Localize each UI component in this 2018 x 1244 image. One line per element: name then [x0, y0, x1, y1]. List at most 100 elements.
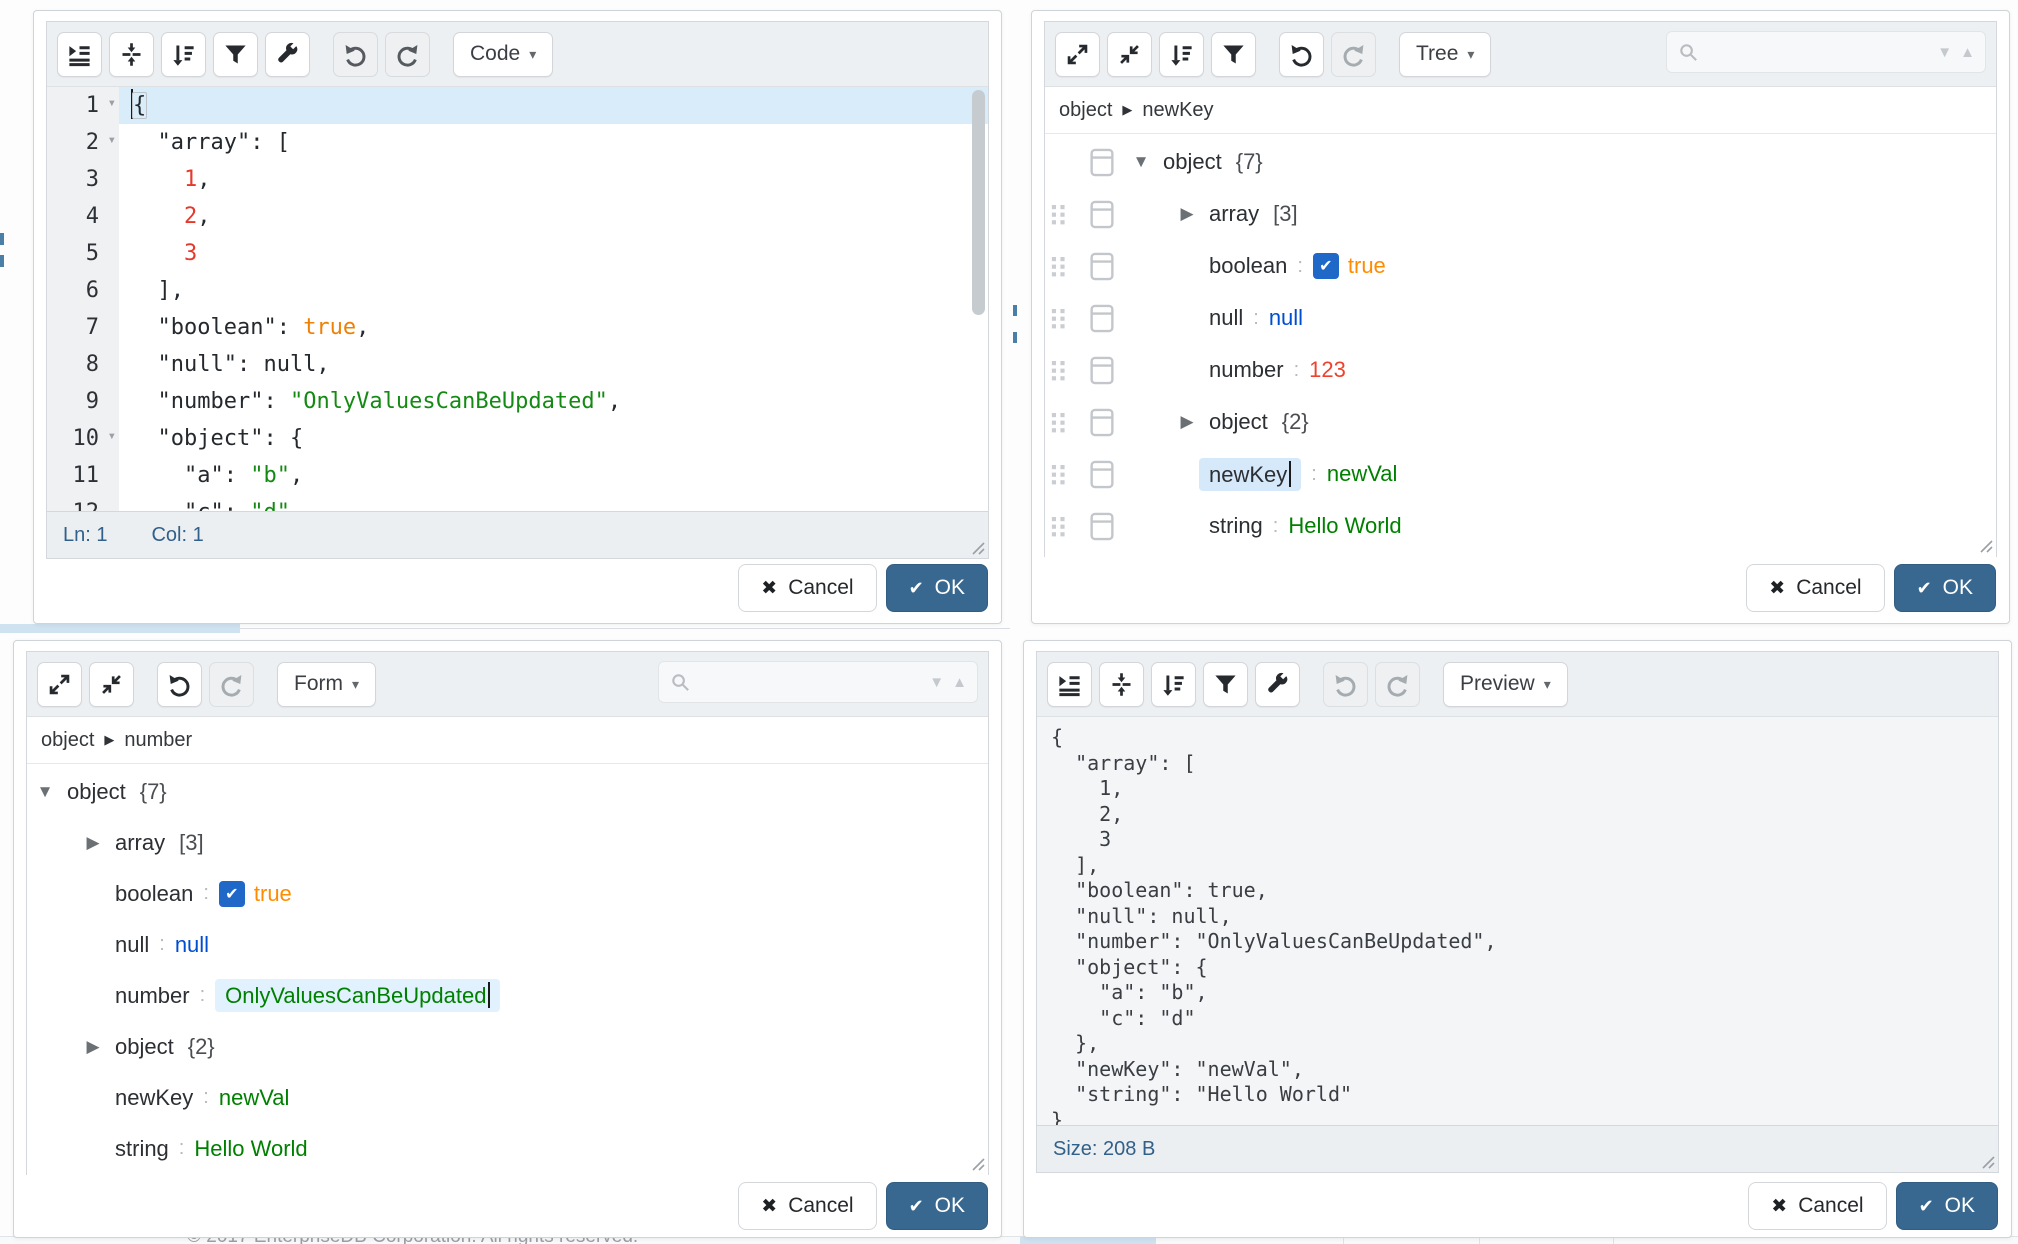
drag-handle-icon[interactable]: [1049, 355, 1075, 385]
tree-field[interactable]: array: [1209, 201, 1259, 227]
drag-handle-icon[interactable]: [1049, 199, 1075, 229]
tree-value[interactable]: Hello World: [1288, 513, 1401, 539]
search-input[interactable]: [1708, 40, 1929, 64]
expand-expander-icon[interactable]: ▶: [81, 833, 105, 853]
tree-row[interactable]: ▶array[3]: [1045, 188, 1996, 240]
tree-value[interactable]: newVal: [219, 1085, 290, 1111]
code-line[interactable]: 9 "number": "OnlyValuesCanBeUpdated",: [47, 383, 988, 420]
format-button[interactable]: [1047, 662, 1092, 707]
format-button[interactable]: [57, 32, 102, 77]
fold-caret-icon[interactable]: ▾: [108, 87, 116, 122]
redo-button[interactable]: [1331, 32, 1376, 77]
compact-button[interactable]: [1099, 662, 1144, 707]
resize-handle-icon[interactable]: [969, 1155, 985, 1171]
breadcrumb-current[interactable]: newKey: [1142, 99, 1213, 122]
tree-row[interactable]: ▶object{2}: [1045, 396, 1996, 448]
filter-button[interactable]: [213, 32, 258, 77]
context-menu-button[interactable]: [1087, 198, 1117, 230]
tree-field[interactable]: string: [115, 1136, 169, 1162]
tree-field[interactable]: number: [115, 983, 190, 1009]
resize-handle-icon[interactable]: [969, 539, 985, 555]
expand-expander-icon[interactable]: ▶: [1175, 412, 1199, 432]
search-next-icon[interactable]: ▼: [1937, 44, 1952, 61]
expand-all-button[interactable]: [37, 662, 82, 707]
tree-value[interactable]: null: [175, 932, 209, 958]
drag-handle-icon[interactable]: [1049, 251, 1075, 281]
context-menu-button[interactable]: [1087, 302, 1117, 334]
cancel-button[interactable]: ✖Cancel: [1746, 564, 1884, 612]
cancel-button[interactable]: ✖Cancel: [1748, 1182, 1886, 1230]
expand-all-button[interactable]: [1055, 32, 1100, 77]
cancel-button[interactable]: ✖Cancel: [738, 564, 876, 612]
search-box[interactable]: ▼ ▲: [1666, 31, 1986, 73]
tree-field[interactable]: number: [1209, 357, 1284, 383]
tree-row[interactable]: number:123: [1045, 344, 1996, 396]
drag-handle-icon[interactable]: [1049, 511, 1075, 541]
tree-row[interactable]: ▼object{7}: [1045, 136, 1996, 188]
context-menu-button[interactable]: [1087, 250, 1117, 282]
filter-button[interactable]: [1203, 662, 1248, 707]
sort-button[interactable]: [1159, 32, 1204, 77]
undo-button[interactable]: [157, 662, 202, 707]
code-line[interactable]: 6 ],: [47, 272, 988, 309]
expand-expander-icon[interactable]: ▶: [1175, 204, 1199, 224]
tree-field[interactable]: newKey: [115, 1085, 193, 1111]
search-input[interactable]: [700, 670, 921, 694]
breadcrumb-root[interactable]: object: [1059, 99, 1112, 122]
drag-handle-icon[interactable]: [1049, 407, 1075, 437]
filter-button[interactable]: [1211, 32, 1256, 77]
tree-value[interactable]: Hello World: [194, 1136, 307, 1162]
drag-handle-icon[interactable]: [1049, 303, 1075, 333]
tree-row[interactable]: ▼object{7}: [27, 766, 988, 817]
fold-caret-icon[interactable]: ▾: [108, 122, 116, 159]
boolean-checkbox[interactable]: ✔: [1313, 253, 1339, 279]
undo-button[interactable]: [1323, 662, 1368, 707]
tree-value[interactable]: OnlyValuesCanBeUpdated: [215, 979, 500, 1012]
tree-row[interactable]: boolean:✔true: [1045, 240, 1996, 292]
ok-button[interactable]: ✔OK: [1894, 564, 1996, 612]
tree-value[interactable]: 123: [1309, 357, 1346, 383]
ok-button[interactable]: ✔OK: [886, 1182, 988, 1230]
tree-value[interactable]: true: [1348, 253, 1386, 279]
tree-field[interactable]: string: [1209, 513, 1263, 539]
sort-button[interactable]: [161, 32, 206, 77]
drag-handle-icon[interactable]: [1049, 459, 1075, 489]
context-menu-button[interactable]: [1087, 406, 1117, 438]
collapse-all-button[interactable]: [1107, 32, 1152, 77]
tree-field[interactable]: null: [115, 932, 149, 958]
collapse-all-button[interactable]: [89, 662, 134, 707]
code-editor[interactable]: 1▾{2▾ "array": [3 1,4 2,5 36 ],7 "boolea…: [47, 87, 988, 511]
tree-row[interactable]: number:OnlyValuesCanBeUpdated: [27, 970, 988, 1021]
tree-field[interactable]: newKey: [1199, 458, 1301, 491]
scrollbar-thumb[interactable]: [972, 90, 985, 315]
code-line[interactable]: 7 "boolean": true,: [47, 309, 988, 346]
code-line[interactable]: 12 "c": "d": [47, 494, 988, 511]
redo-button[interactable]: [209, 662, 254, 707]
mode-dropdown-code[interactable]: Code ▾: [453, 32, 553, 77]
undo-button[interactable]: [1279, 32, 1324, 77]
search-box[interactable]: ▼ ▲: [658, 661, 978, 703]
code-line[interactable]: 1▾{: [47, 87, 988, 124]
expand-expander-icon[interactable]: ▶: [81, 1037, 105, 1057]
mode-dropdown-preview[interactable]: Preview ▾: [1443, 662, 1568, 707]
resize-handle-icon[interactable]: [1979, 1153, 1995, 1169]
tree-field[interactable]: object: [115, 1034, 174, 1060]
mode-dropdown-tree[interactable]: Tree ▾: [1399, 32, 1491, 77]
tree-field[interactable]: boolean: [1209, 253, 1287, 279]
resize-handle-icon[interactable]: [1977, 537, 1993, 553]
sort-button[interactable]: [1151, 662, 1196, 707]
tree-value[interactable]: null: [1269, 305, 1303, 331]
cancel-button[interactable]: ✖Cancel: [738, 1182, 876, 1230]
redo-button[interactable]: [385, 32, 430, 77]
tree-row[interactable]: newKey:newVal: [27, 1072, 988, 1123]
tree-field[interactable]: object: [67, 779, 126, 805]
tree-value[interactable]: true: [254, 881, 292, 907]
search-prev-icon[interactable]: ▲: [952, 674, 967, 691]
tree-row[interactable]: ▶array[3]: [27, 817, 988, 868]
tree-row[interactable]: null:null: [1045, 292, 1996, 344]
search-prev-icon[interactable]: ▲: [1960, 44, 1975, 61]
collapse-expander-icon[interactable]: ▼: [33, 782, 57, 802]
scrollbar[interactable]: [972, 90, 985, 508]
context-menu-button[interactable]: [1087, 146, 1117, 178]
search-next-icon[interactable]: ▼: [929, 674, 944, 691]
